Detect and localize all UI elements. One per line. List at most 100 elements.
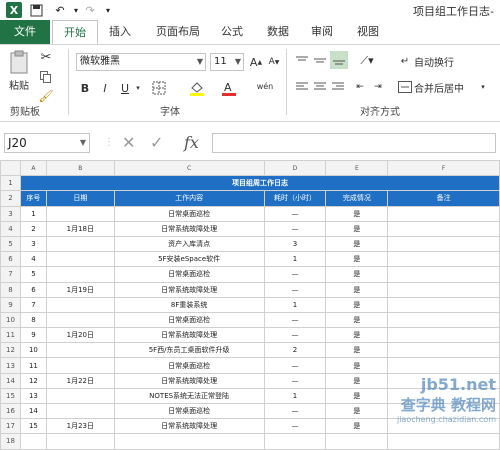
- column-header[interactable]: A: [19, 159, 47, 177]
- cell-date[interactable]: 1月23日: [45, 418, 115, 435]
- cell-done[interactable]: 是: [325, 235, 389, 253]
- cell-seq[interactable]: 15: [19, 418, 47, 435]
- tab-review[interactable]: 审阅: [302, 20, 342, 44]
- cell-done[interactable]: 是: [325, 251, 389, 268]
- cell-date[interactable]: 1月20日: [45, 327, 115, 344]
- cell-task[interactable]: 日常系统故障处理: [113, 327, 265, 344]
- cell-hours[interactable]: 3: [263, 235, 327, 253]
- cell-note[interactable]: [387, 281, 500, 298]
- empty-cell[interactable]: [263, 433, 327, 450]
- cell-date[interactable]: [45, 205, 115, 222]
- row-header[interactable]: 15: [0, 387, 21, 405]
- increase-font-size-icon[interactable]: A ▲: [248, 53, 264, 71]
- merge-center-icon[interactable]: [396, 79, 414, 95]
- align-left-icon[interactable]: [294, 79, 310, 95]
- cell-seq[interactable]: 13: [19, 387, 47, 405]
- font-color-icon[interactable]: A: [220, 79, 238, 97]
- row-header[interactable]: 12: [0, 342, 21, 359]
- cell-done[interactable]: 是: [325, 342, 389, 359]
- header-cell[interactable]: 耗时（小时）: [263, 190, 327, 207]
- tab-file[interactable]: 文件: [0, 20, 50, 44]
- column-header[interactable]: C: [113, 159, 265, 177]
- orientation-icon[interactable]: ⟋▾: [356, 53, 378, 69]
- row-header[interactable]: 11: [0, 327, 21, 344]
- cell-date[interactable]: [45, 311, 115, 329]
- cell-hours[interactable]: 2: [263, 342, 327, 359]
- header-cell[interactable]: 工作内容: [113, 190, 265, 207]
- header-cell[interactable]: 日期: [45, 190, 115, 207]
- cell-done[interactable]: 是: [325, 281, 389, 298]
- cell-task[interactable]: 日常系统故障处理: [113, 281, 265, 298]
- empty-cell[interactable]: [19, 433, 47, 450]
- column-header[interactable]: B: [45, 159, 115, 177]
- cell-date[interactable]: [45, 235, 115, 253]
- row-header[interactable]: 14: [0, 372, 21, 389]
- cell-done[interactable]: 是: [325, 372, 389, 389]
- cell-done[interactable]: 是: [325, 327, 389, 344]
- cell-date[interactable]: [45, 342, 115, 359]
- cell-note[interactable]: [387, 220, 500, 237]
- middle-align-icon[interactable]: [312, 53, 328, 69]
- cell-date[interactable]: 1月19日: [45, 281, 115, 298]
- enter-icon[interactable]: ✓: [150, 133, 163, 153]
- row-header[interactable]: 18: [0, 433, 21, 450]
- header-cell[interactable]: 完成情况: [325, 190, 389, 207]
- cell-task[interactable]: 5F安装eSpace软件: [113, 251, 265, 268]
- cell-seq[interactable]: 14: [19, 402, 47, 420]
- wrap-text-icon[interactable]: ↵: [396, 53, 414, 69]
- cell-done[interactable]: 是: [325, 418, 389, 435]
- row-header[interactable]: 9: [0, 296, 21, 313]
- header-cell[interactable]: 序号: [19, 190, 47, 207]
- tab-page-layout[interactable]: 页面布局: [146, 20, 210, 44]
- cell-note[interactable]: [387, 296, 500, 313]
- cell-note[interactable]: [387, 357, 500, 374]
- cell-seq[interactable]: 7: [19, 296, 47, 313]
- cell-seq[interactable]: 10: [19, 342, 47, 359]
- underline-dropdown-icon[interactable]: ▾: [134, 81, 142, 95]
- cell-done[interactable]: 是: [325, 311, 389, 329]
- decrease-indent-icon[interactable]: ⇤: [352, 79, 368, 95]
- cell-done[interactable]: 是: [325, 402, 389, 420]
- select-all-corner[interactable]: [0, 159, 21, 177]
- cell-task[interactable]: 日常系统故障处理: [113, 372, 265, 389]
- row-header[interactable]: 1: [0, 175, 21, 192]
- tab-insert[interactable]: 插入: [100, 20, 140, 44]
- tab-home[interactable]: 开始: [52, 20, 98, 44]
- cell-done[interactable]: 是: [325, 266, 389, 283]
- merge-dropdown-icon[interactable]: ▾: [478, 79, 488, 95]
- cell-seq[interactable]: 5: [19, 266, 47, 283]
- cell-task[interactable]: 日常系统故障处理: [113, 418, 265, 435]
- cell-note[interactable]: [387, 235, 500, 253]
- empty-cell[interactable]: [113, 433, 265, 450]
- cell-seq[interactable]: 12: [19, 372, 47, 389]
- cell-done[interactable]: 是: [325, 357, 389, 374]
- cell-hours[interactable]: 1: [263, 387, 327, 405]
- row-header[interactable]: 7: [0, 266, 21, 283]
- column-header[interactable]: D: [263, 159, 327, 177]
- row-header[interactable]: 3: [0, 205, 21, 222]
- bold-button[interactable]: B: [78, 79, 92, 97]
- cell-done[interactable]: 是: [325, 296, 389, 313]
- cell-task[interactable]: 日常桌面巡检: [113, 205, 265, 222]
- cell-done[interactable]: 是: [325, 387, 389, 405]
- cell-date[interactable]: [45, 402, 115, 420]
- row-header[interactable]: 4: [0, 220, 21, 237]
- align-right-icon[interactable]: [330, 79, 346, 95]
- increase-indent-icon[interactable]: ⇥: [370, 79, 386, 95]
- font-name-select[interactable]: 微软雅黑 ▼: [76, 53, 206, 71]
- sheet-title-cell[interactable]: 项目组周工作日志: [19, 175, 500, 192]
- cell-hours[interactable]: —: [263, 281, 327, 298]
- formula-input[interactable]: [212, 133, 496, 153]
- phonetic-guide-icon[interactable]: wén: [254, 77, 276, 97]
- header-cell[interactable]: 备注: [387, 190, 500, 207]
- cut-icon[interactable]: ✂: [38, 49, 54, 65]
- row-header[interactable]: 16: [0, 402, 21, 420]
- decrease-font-size-icon[interactable]: A ▼: [266, 53, 282, 71]
- cell-task[interactable]: 日常桌面巡检: [113, 266, 265, 283]
- cell-seq[interactable]: 9: [19, 327, 47, 344]
- cell-date[interactable]: [45, 387, 115, 405]
- borders-icon[interactable]: [150, 79, 168, 97]
- cell-note[interactable]: [387, 342, 500, 359]
- row-header[interactable]: 6: [0, 251, 21, 268]
- paste-icon[interactable]: [6, 49, 32, 75]
